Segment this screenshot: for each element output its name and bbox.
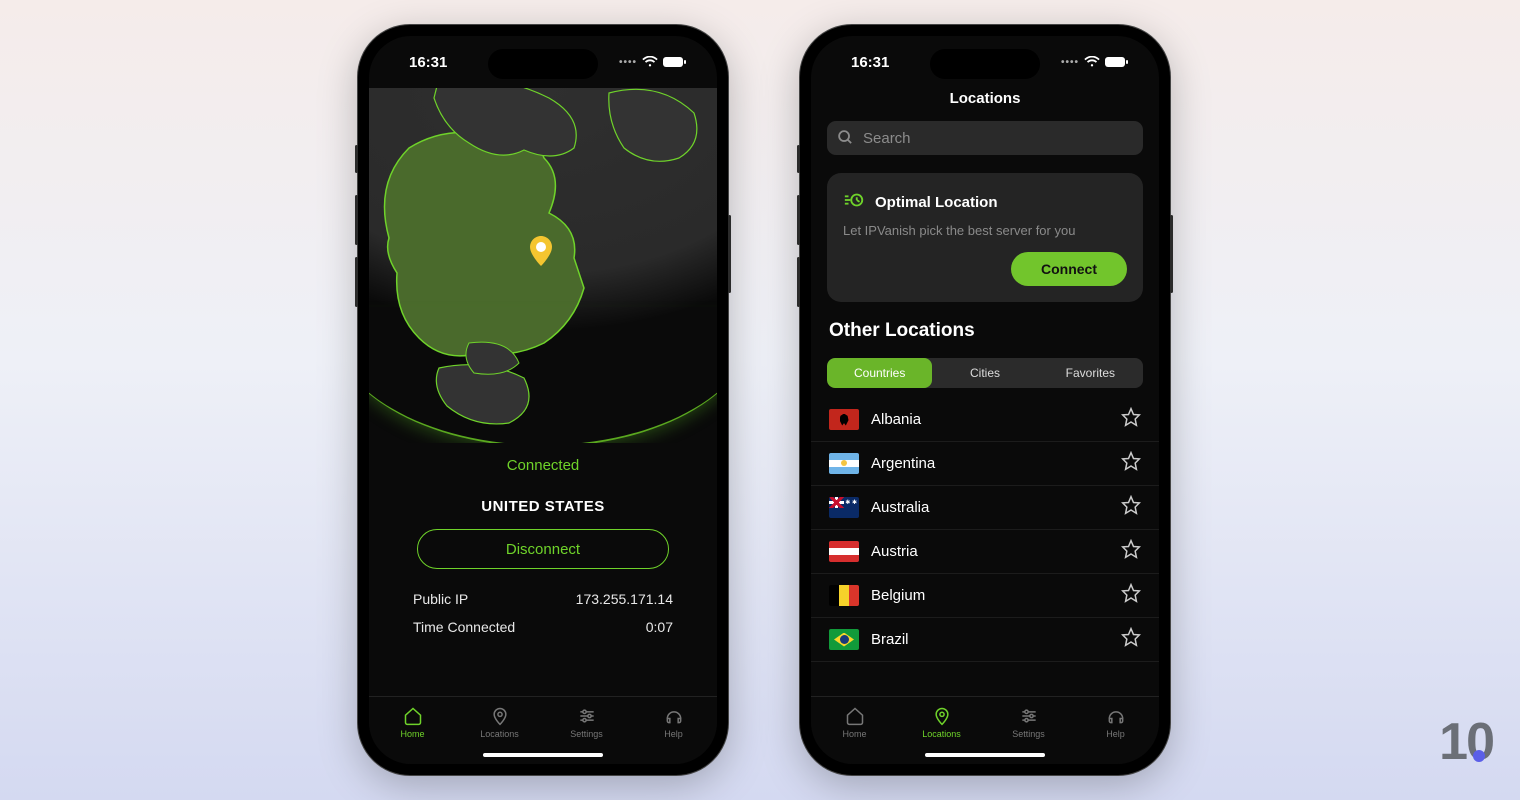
public-ip-label: Public IP (413, 591, 468, 607)
favorite-star-icon[interactable] (1121, 627, 1141, 652)
dynamic-island (930, 49, 1040, 79)
status-time: 16:31 (851, 54, 889, 71)
help-icon (663, 705, 685, 727)
cellular-icon: •••• (619, 57, 637, 68)
country-name: Austria (871, 543, 1121, 560)
favorite-star-icon[interactable] (1121, 451, 1141, 476)
tab-settings[interactable]: Settings (543, 705, 630, 739)
tab-home[interactable]: Home (369, 705, 456, 739)
connect-button[interactable]: Connect (1011, 252, 1127, 286)
country-list[interactable]: Albania Argentina Australia Austria Belgium B… (811, 398, 1159, 662)
country-row[interactable]: Brazil (811, 618, 1159, 662)
volume-up (797, 195, 800, 245)
power-button (728, 215, 731, 293)
settings-icon (576, 705, 598, 727)
tab-home[interactable]: Home (811, 705, 898, 739)
tab-help[interactable]: Help (630, 705, 717, 739)
favorite-star-icon[interactable] (1121, 539, 1141, 564)
tab-locations[interactable]: Locations (898, 705, 985, 739)
home-icon (844, 705, 866, 727)
home-indicator[interactable] (483, 753, 603, 757)
flag-icon (829, 453, 859, 474)
country-name: Belgium (871, 587, 1121, 604)
home-icon (402, 705, 424, 727)
disconnect-button[interactable]: Disconnect (417, 529, 669, 569)
flag-icon (829, 585, 859, 606)
time-connected-label: Time Connected (413, 619, 515, 635)
search-icon (837, 129, 854, 151)
location-icon (489, 705, 511, 727)
tab-help[interactable]: Help (1072, 705, 1159, 739)
volume-down (355, 257, 358, 307)
phone-frame-locations: 16:31 •••• Locations Optimal Location Le… (800, 25, 1170, 775)
cellular-icon: •••• (1061, 57, 1079, 68)
segment-control: Countries Cities Favorites (827, 358, 1143, 388)
battery-icon (663, 56, 687, 68)
tab-label: Help (664, 729, 683, 739)
page-title: Locations (811, 90, 1159, 107)
status-time: 16:31 (409, 54, 447, 71)
mute-switch (797, 145, 800, 173)
country-row[interactable]: Austria (811, 530, 1159, 574)
tab-label: Settings (1012, 729, 1045, 739)
optimal-icon (843, 189, 865, 215)
flag-icon (829, 629, 859, 650)
connection-map (369, 88, 717, 443)
optimal-location-card[interactable]: Optimal Location Let IPVanish pick the b… (827, 173, 1143, 302)
help-icon (1105, 705, 1127, 727)
wifi-icon (642, 56, 658, 68)
globe-arc (369, 307, 717, 443)
mute-switch (355, 145, 358, 173)
country-row[interactable]: Belgium (811, 574, 1159, 618)
volume-up (355, 195, 358, 245)
flag-icon (829, 541, 859, 562)
flag-icon (829, 497, 859, 518)
settings-icon (1018, 705, 1040, 727)
country-row[interactable]: Argentina (811, 442, 1159, 486)
volume-down (797, 257, 800, 307)
country-name: Argentina (871, 455, 1121, 472)
location-pin-icon (529, 236, 553, 271)
other-locations-title: Other Locations (829, 320, 1141, 342)
power-button (1170, 215, 1173, 293)
connected-country: UNITED STATES (369, 498, 717, 515)
home-indicator[interactable] (925, 753, 1045, 757)
phone-frame-home: 16:31 •••• (358, 25, 728, 775)
tab-label: Locations (922, 729, 961, 739)
connection-stats: Public IP 173.255.171.14 Time Connected … (369, 569, 717, 641)
battery-icon (1105, 56, 1129, 68)
location-icon (931, 705, 953, 727)
dynamic-island (488, 49, 598, 79)
tab-settings[interactable]: Settings (985, 705, 1072, 739)
tab-locations[interactable]: Locations (456, 705, 543, 739)
tab-label: Home (400, 729, 424, 739)
tab-label: Home (842, 729, 866, 739)
favorite-star-icon[interactable] (1121, 495, 1141, 520)
optimal-subtitle: Let IPVanish pick the best server for yo… (843, 223, 1127, 238)
time-connected-value: 0:07 (646, 619, 673, 635)
country-name: Australia (871, 499, 1121, 516)
segment-cities[interactable]: Cities (932, 358, 1037, 388)
country-name: Brazil (871, 631, 1121, 648)
wifi-icon (1084, 56, 1100, 68)
favorite-star-icon[interactable] (1121, 407, 1141, 432)
favorite-star-icon[interactable] (1121, 583, 1141, 608)
country-row[interactable]: Australia (811, 486, 1159, 530)
search-input[interactable] (827, 121, 1143, 155)
tab-label: Help (1106, 729, 1125, 739)
tab-label: Locations (480, 729, 519, 739)
public-ip-value: 173.255.171.14 (576, 591, 673, 607)
segment-favorites[interactable]: Favorites (1038, 358, 1143, 388)
tab-label: Settings (570, 729, 603, 739)
connection-status: Connected (369, 457, 717, 474)
country-name: Albania (871, 411, 1121, 428)
segment-countries[interactable]: Countries (827, 358, 932, 388)
country-row[interactable]: Albania (811, 398, 1159, 442)
optimal-title: Optimal Location (875, 194, 998, 211)
flag-icon (829, 409, 859, 430)
watermark-logo: 10 (1439, 712, 1485, 772)
